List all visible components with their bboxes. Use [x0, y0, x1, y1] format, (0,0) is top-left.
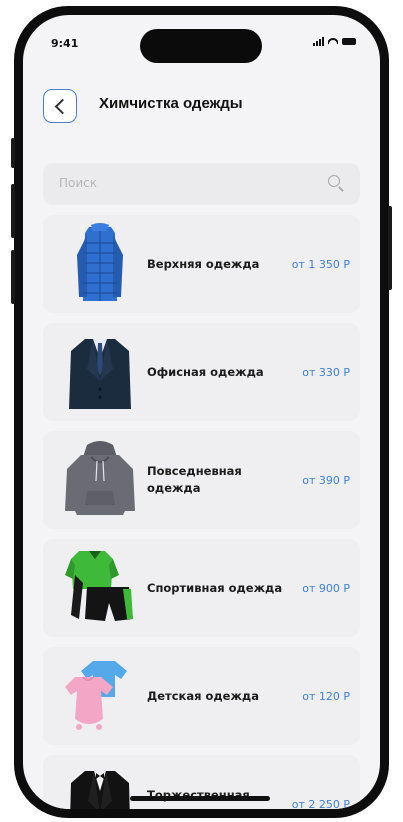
category-list: Верхняя одежда от 1 350 Р Офисная одежда…	[43, 215, 360, 809]
wifi-icon	[328, 37, 338, 46]
mute-switch	[11, 138, 15, 168]
chevron-left-icon	[54, 98, 70, 114]
back-button[interactable]	[43, 89, 77, 123]
volume-up-button	[11, 184, 15, 238]
category-price: от 120 Р	[302, 689, 350, 703]
suit-icon	[69, 339, 131, 409]
battery-icon	[342, 38, 356, 45]
jacket-icon	[77, 223, 123, 301]
page-title: Химчистка одежды	[99, 95, 243, 112]
search-placeholder: Поиск	[59, 176, 98, 190]
category-name: Офисная одежда	[147, 364, 264, 379]
category-name: Спортивная одежда	[147, 580, 283, 595]
category-card[interactable]: Повседневная одежда от 390 Р	[43, 431, 360, 529]
status-time: 9:41	[51, 37, 79, 50]
category-price: от 1 350 Р	[291, 257, 350, 271]
tuxedo-icon	[70, 771, 130, 809]
phone-frame: 9:41 Химчистка одежды Поиск Верхняя одеж…	[11, 6, 392, 818]
category-card[interactable]: Спортивная одежда от 900 Р	[43, 539, 360, 637]
category-name: Повседневная одежда	[147, 464, 242, 495]
signal-icon	[313, 37, 324, 46]
home-indicator[interactable]	[130, 796, 270, 801]
category-price: от 390 Р	[302, 473, 350, 487]
category-card[interactable]: Офисная одежда от 330 Р	[43, 323, 360, 421]
dynamic-island	[140, 29, 262, 63]
screen: 9:41 Химчистка одежды Поиск Верхняя одеж…	[23, 15, 380, 809]
volume-down-button	[11, 250, 15, 304]
power-button	[388, 206, 392, 290]
search-icon[interactable]	[328, 175, 346, 193]
category-name: Детская одежда	[147, 688, 259, 703]
category-price: от 2 250 Р	[291, 797, 350, 810]
status-bar: 9:41	[23, 15, 380, 71]
category-price: от 900 Р	[302, 581, 350, 595]
category-card[interactable]: Детская одежда от 120 Р	[43, 647, 360, 745]
category-price: от 330 Р	[302, 365, 350, 379]
header: Химчистка одежды	[23, 87, 380, 131]
hoodie-icon	[65, 441, 135, 515]
category-card[interactable]: Верхняя одежда от 1 350 Р	[43, 215, 360, 313]
category-name: Верхняя одежда	[147, 256, 260, 271]
status-icons	[313, 37, 356, 46]
sportswear-icon	[65, 551, 133, 621]
search-input[interactable]: Поиск	[43, 163, 360, 205]
kids-clothes-icon	[65, 661, 127, 730]
